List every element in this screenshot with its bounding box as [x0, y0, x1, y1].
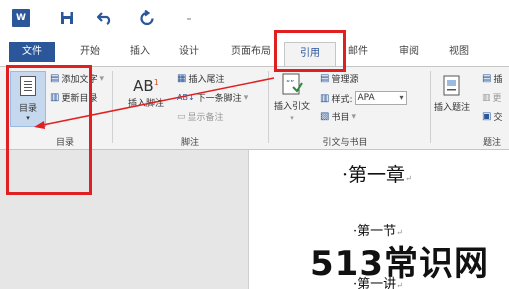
citation-icon: “”: [282, 73, 303, 95]
tab-file[interactable]: 文件: [9, 42, 55, 62]
group-divider: [112, 71, 113, 143]
footnotes-group-label: 脚注: [180, 138, 199, 148]
tab-home[interactable]: 开始: [74, 43, 106, 61]
undo-icon[interactable]: [96, 9, 114, 27]
style-icon: ▥: [320, 92, 330, 104]
update-table-button[interactable]: ▥ 更: [482, 91, 502, 105]
next-footnote-button[interactable]: AB↓ 下一条脚注 ▾: [177, 91, 249, 105]
tab-review[interactable]: 审阅: [393, 43, 425, 61]
title-bar: W ₌: [0, 0, 509, 38]
tab-insert[interactable]: 插入: [124, 43, 156, 61]
manage-sources-button[interactable]: ▤ 管理源: [320, 72, 358, 85]
chevron-down-icon: ▾: [243, 92, 249, 103]
watermark: 513常识网: [310, 244, 489, 284]
update-table-icon: ▥: [482, 92, 491, 103]
toc-highlight: [6, 65, 92, 195]
redo-icon[interactable]: [138, 9, 156, 27]
chevron-down-icon: ▾: [399, 93, 404, 102]
table-figures-icon: ▤: [482, 73, 492, 84]
show-notes-icon: ▭: [177, 111, 186, 122]
endnote-icon: ▦: [177, 73, 187, 84]
citations-group-label: 引文与书目: [322, 138, 368, 148]
word-app-icon: W: [12, 9, 30, 27]
cross-reference-icon: ▣: [482, 111, 492, 122]
insert-table-of-figures-button[interactable]: ▤ 插: [482, 72, 502, 85]
captions-group-label: 题注: [482, 138, 501, 148]
insert-caption-button[interactable]: 插入题注: [434, 75, 470, 113]
paragraph-mark-icon: ↵: [405, 174, 412, 183]
footnote-icon: AB1: [133, 77, 159, 95]
manage-sources-icon: ▤: [320, 73, 330, 84]
tab-page-layout[interactable]: 页面布局: [225, 43, 277, 61]
save-icon[interactable]: [58, 9, 76, 27]
customize-qat-icon[interactable]: ₌: [180, 9, 198, 27]
heading-1[interactable]: ·第一章↵: [342, 160, 412, 187]
tab-mailings[interactable]: 邮件: [342, 43, 374, 61]
chevron-down-icon: ▾: [99, 73, 104, 84]
bibliography-button[interactable]: ▧ 书目 ▾: [320, 110, 356, 123]
group-divider: [430, 71, 431, 143]
references-tab-highlight: [274, 30, 346, 72]
bibliography-icon: ▧: [320, 111, 330, 122]
svg-text:“”: “”: [286, 79, 294, 88]
style-selector[interactable]: ▥ 样式: APA ▾: [320, 91, 407, 105]
show-notes-button[interactable]: ▭ 显示备注: [177, 110, 224, 124]
cross-reference-button[interactable]: ▣ 交: [482, 110, 502, 123]
insert-footnote-button[interactable]: AB1 插入脚注: [128, 77, 164, 109]
chevron-down-icon: ▾: [290, 114, 294, 122]
next-footnote-icon: AB↓: [177, 93, 195, 102]
chevron-down-icon: ▾: [351, 111, 356, 122]
ribbon-tabs: 文件 开始 插入 设计 页面布局 引用 邮件 审阅 视图: [0, 38, 509, 66]
insert-endnote-button[interactable]: ▦ 插入尾注: [177, 72, 224, 85]
caption-icon: [443, 75, 460, 96]
group-divider: [268, 71, 269, 143]
style-dropdown[interactable]: APA ▾: [354, 91, 407, 105]
insert-citation-button[interactable]: “” 插入引文 ▾: [274, 73, 310, 122]
tab-view[interactable]: 视图: [443, 43, 475, 61]
tab-design[interactable]: 设计: [173, 43, 205, 61]
